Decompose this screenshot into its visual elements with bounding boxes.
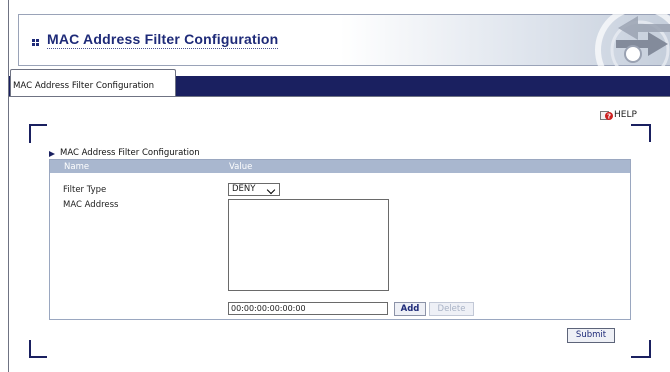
filter-type-select[interactable]: DENY: [228, 183, 280, 196]
config-panel: Name Value Filter Type MAC Address DENY …: [49, 159, 631, 320]
submit-button[interactable]: Submit: [567, 328, 615, 343]
add-button[interactable]: Add: [394, 302, 426, 316]
mac-address-input[interactable]: 00:00:00:00:00:00: [228, 302, 388, 315]
frame-corner-tl: [29, 124, 31, 143]
frame-corner-bl-h: [29, 356, 47, 358]
left-border: [8, 0, 9, 372]
frame-corner-tr-h: [631, 124, 651, 126]
filter-type-label: Filter Type: [63, 185, 107, 195]
frame-corner-tr: [649, 124, 651, 142]
chevron-down-icon: [266, 185, 276, 195]
help-icon[interactable]: ?: [600, 111, 613, 121]
mac-address-label: MAC Address: [63, 200, 119, 210]
frame-corner-br-h: [631, 356, 651, 358]
filter-type-value: DENY: [232, 184, 256, 194]
svg-text:?: ?: [607, 113, 611, 121]
delete-button[interactable]: Delete: [429, 302, 474, 316]
tab-label: MAC Address Filter Configuration: [13, 81, 155, 91]
page-title: MAC Address Filter Configuration: [47, 31, 279, 49]
title-bullet-icon: [32, 39, 40, 47]
arrows-icon: [595, 14, 670, 66]
section-title: MAC Address Filter Configuration: [60, 148, 200, 158]
column-name-header: Name: [64, 162, 90, 172]
section-arrow-icon: [49, 151, 55, 157]
panel-header: Name Value: [50, 160, 630, 173]
page-header: MAC Address Filter Configuration: [18, 14, 670, 66]
column-value-header: Value: [229, 162, 253, 172]
tab-divider: [9, 96, 670, 97]
frame-corner-tl-h: [29, 124, 47, 126]
help-link[interactable]: HELP: [614, 110, 637, 120]
mac-address-list[interactable]: [228, 199, 389, 291]
tab-mac-address-filter-configuration[interactable]: MAC Address Filter Configuration: [10, 69, 176, 96]
